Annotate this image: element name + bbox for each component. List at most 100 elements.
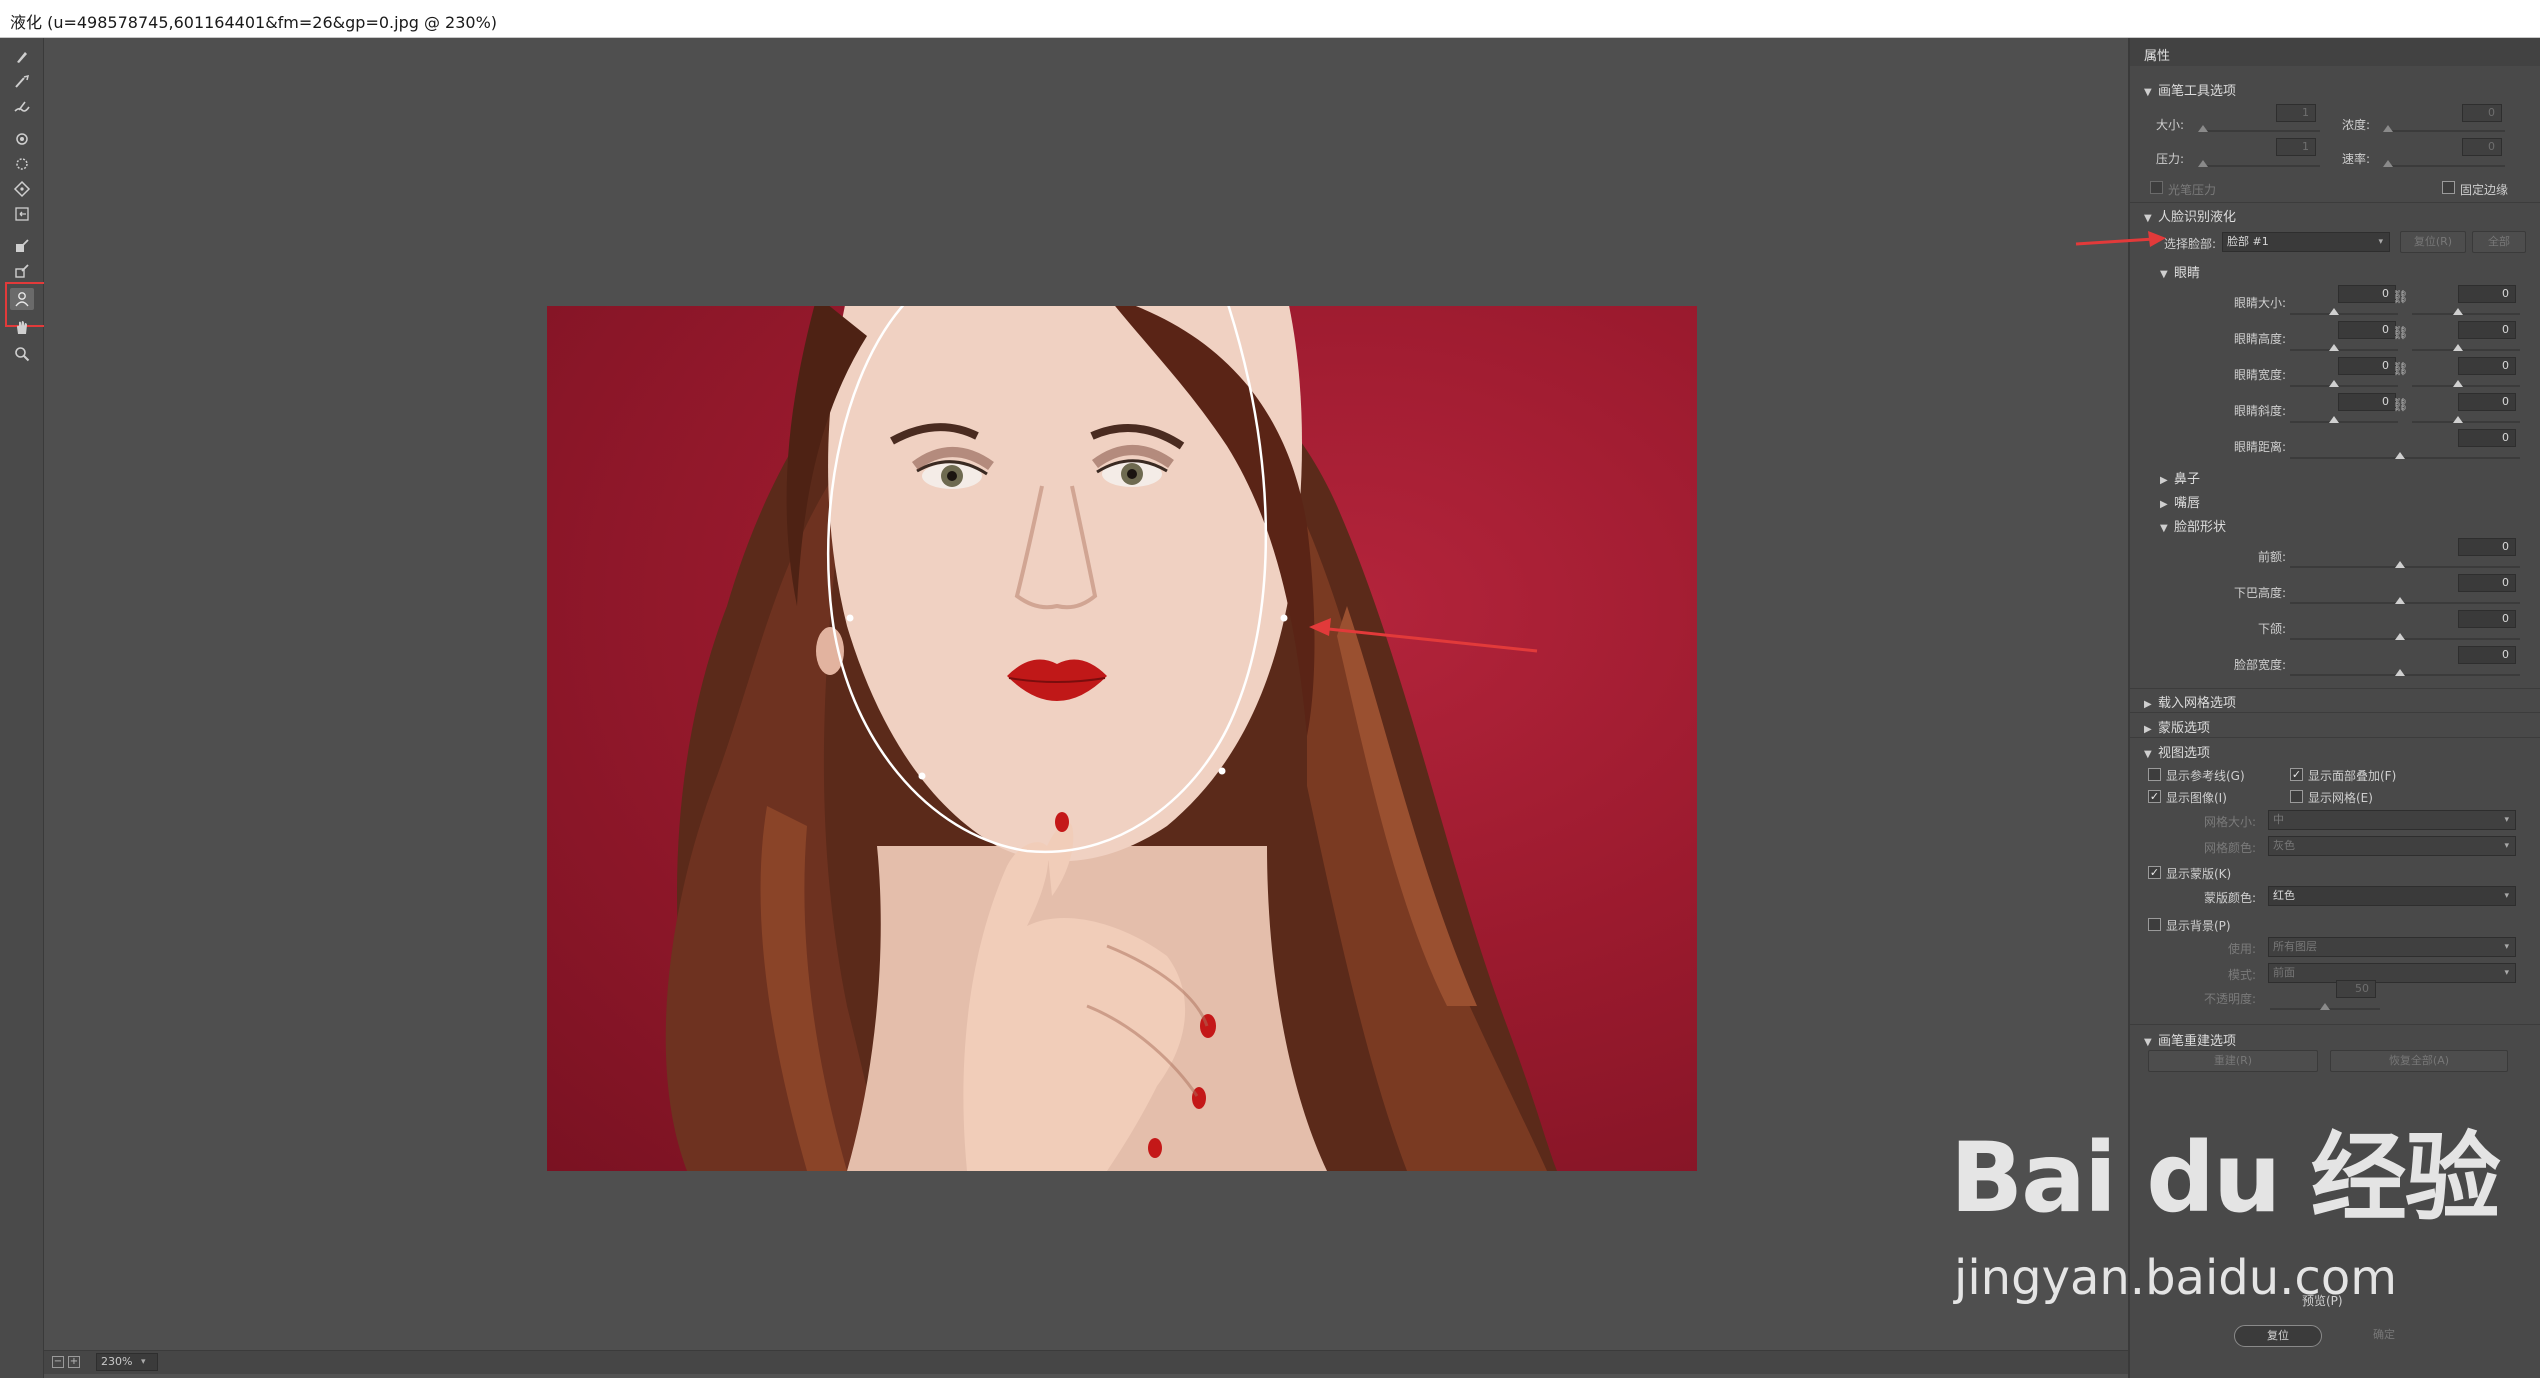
face-width-slider[interactable] [2290,674,2520,676]
push-left-tool-icon[interactable] [10,203,34,225]
eye-width-right-thumb[interactable] [2453,380,2463,387]
eye-width-left-slider[interactable] [2290,385,2398,387]
brush-rate-field[interactable]: 0 [2462,138,2502,156]
chin-height-slider[interactable] [2290,602,2520,604]
eye-distance-slider[interactable] [2290,457,2520,459]
forward-warp-tool-icon[interactable] [10,46,34,68]
show-face-overlay-checkbox[interactable]: ✓ [2290,768,2303,781]
face-width-thumb[interactable] [2395,669,2405,676]
face-all-button[interactable]: 全部 [2472,231,2526,253]
chin-height-thumb[interactable] [2395,597,2405,604]
eye-size-left-field[interactable]: 0 [2338,285,2396,303]
eye-tilt-left-thumb[interactable] [2329,416,2339,423]
eye-width-left-thumb[interactable] [2329,380,2339,387]
jawline-slider[interactable] [2290,638,2520,640]
bloat-tool-icon[interactable] [10,178,34,200]
eye-size-right-slider[interactable] [2412,313,2520,315]
freeze-mask-tool-icon[interactable] [10,235,34,257]
eye-size-right-thumb[interactable] [2453,308,2463,315]
section-load-mesh-options[interactable]: ▶ 载入网格选项 [2144,692,2236,711]
pucker-tool-icon[interactable] [10,153,34,175]
eye-height-right-thumb[interactable] [2453,344,2463,351]
subsection-mouth[interactable]: ▶ 嘴唇 [2160,492,2200,511]
section-brush-tool-options[interactable]: ▼ 画笔工具选项 [2144,80,2236,99]
eye-size-left-slider[interactable] [2290,313,2398,315]
backdrop-mode-dropdown[interactable]: 前面 ▾ [2268,963,2516,983]
select-face-dropdown[interactable]: 脸部 #1 ▾ [2222,232,2390,252]
link-icon[interactable]: ⛓ [2392,362,2409,377]
zoom-in-button[interactable]: + [68,1356,80,1368]
zoom-level-select[interactable]: 230% ▾ [96,1353,158,1371]
backdrop-opacity-field[interactable]: 50 [2336,980,2376,998]
brush-density-slider-thumb[interactable] [2383,125,2393,132]
backdrop-use-dropdown[interactable]: 所有图层 ▾ [2268,937,2516,957]
eye-tilt-right-slider[interactable] [2412,421,2520,423]
brush-rate-slider-thumb[interactable] [2383,160,2393,167]
thaw-mask-tool-icon[interactable] [10,260,34,282]
face-width-field[interactable]: 0 [2458,646,2516,664]
show-backdrop-checkbox[interactable] [2148,918,2161,931]
brush-density-slider[interactable] [2385,130,2505,132]
section-face-aware-liquify[interactable]: ▼ 人脸识别液化 [2144,206,2236,225]
subsection-nose[interactable]: ▶ 鼻子 [2160,468,2200,487]
brush-size-slider[interactable] [2200,130,2320,132]
mask-color-dropdown[interactable]: 红色 ▾ [2268,886,2516,906]
mesh-color-dropdown[interactable]: 灰色 ▾ [2268,836,2516,856]
eye-distance-field[interactable]: 0 [2458,429,2516,447]
link-icon[interactable]: ⛓ [2392,326,2409,341]
pin-edges-checkbox[interactable] [2442,181,2455,194]
eye-height-right-field[interactable]: 0 [2458,321,2516,339]
section-mask-options[interactable]: ▶ 蒙版选项 [2144,717,2210,736]
show-mask-checkbox[interactable]: ✓ [2148,866,2161,879]
twirl-tool-icon[interactable] [10,128,34,150]
brush-density-field[interactable]: 0 [2462,104,2502,122]
jawline-thumb[interactable] [2395,633,2405,640]
brush-size-slider-thumb[interactable] [2198,125,2208,132]
eye-tilt-left-field[interactable]: 0 [2338,393,2396,411]
smooth-tool-icon[interactable] [10,96,34,118]
backdrop-opacity-thumb[interactable] [2320,1003,2330,1010]
eye-width-right-field[interactable]: 0 [2458,357,2516,375]
eye-height-left-thumb[interactable] [2329,344,2339,351]
eye-tilt-left-slider[interactable] [2290,421,2398,423]
brush-size-field[interactable]: 1 [2276,104,2316,122]
brush-rate-slider[interactable] [2385,165,2505,167]
subsection-face-shape[interactable]: ▼ 脸部形状 [2160,516,2226,535]
link-icon[interactable]: ⛓ [2392,398,2409,413]
eye-width-right-slider[interactable] [2412,385,2520,387]
eye-height-left-slider[interactable] [2290,349,2398,351]
eye-tilt-right-field[interactable]: 0 [2458,393,2516,411]
chin-height-field[interactable]: 0 [2458,574,2516,592]
forehead-slider[interactable] [2290,566,2520,568]
subsection-eyes[interactable]: ▼ 眼睛 [2160,262,2200,281]
eye-distance-thumb[interactable] [2395,452,2405,459]
preview-canvas[interactable] [44,38,2128,1356]
zoom-out-button[interactable]: − [52,1356,64,1368]
show-guides-checkbox[interactable] [2148,768,2161,781]
stylus-pressure-checkbox[interactable] [2150,181,2163,194]
section-brush-reconstruct-options[interactable]: ▼ 画笔重建选项 [2144,1030,2236,1049]
reconstruct-tool-icon[interactable] [10,71,34,93]
mesh-size-dropdown[interactable]: 中 ▾ [2268,810,2516,830]
eye-height-left-field[interactable]: 0 [2338,321,2396,339]
link-icon[interactable]: ⛓ [2392,290,2409,305]
jawline-field[interactable]: 0 [2458,610,2516,628]
face-reset-button[interactable]: 复位(R) [2400,231,2466,253]
hand-tool-icon[interactable] [10,317,34,339]
eye-size-left-thumb[interactable] [2329,308,2339,315]
eye-height-right-slider[interactable] [2412,349,2520,351]
forehead-field[interactable]: 0 [2458,538,2516,556]
restore-all-button[interactable]: 恢复全部(A) [2330,1050,2508,1072]
zoom-tool-icon[interactable] [10,343,34,365]
reconstruct-button[interactable]: 重建(R) [2148,1050,2318,1072]
brush-pressure-slider[interactable] [2200,165,2320,167]
section-view-options[interactable]: ▼ 视图选项 [2144,742,2210,761]
show-image-checkbox[interactable]: ✓ [2148,790,2161,803]
eye-tilt-right-thumb[interactable] [2453,416,2463,423]
eye-size-right-field[interactable]: 0 [2458,285,2516,303]
brush-pressure-slider-thumb[interactable] [2198,160,2208,167]
brush-pressure-field[interactable]: 1 [2276,138,2316,156]
show-mesh-checkbox[interactable] [2290,790,2303,803]
eye-width-left-field[interactable]: 0 [2338,357,2396,375]
forehead-thumb[interactable] [2395,561,2405,568]
